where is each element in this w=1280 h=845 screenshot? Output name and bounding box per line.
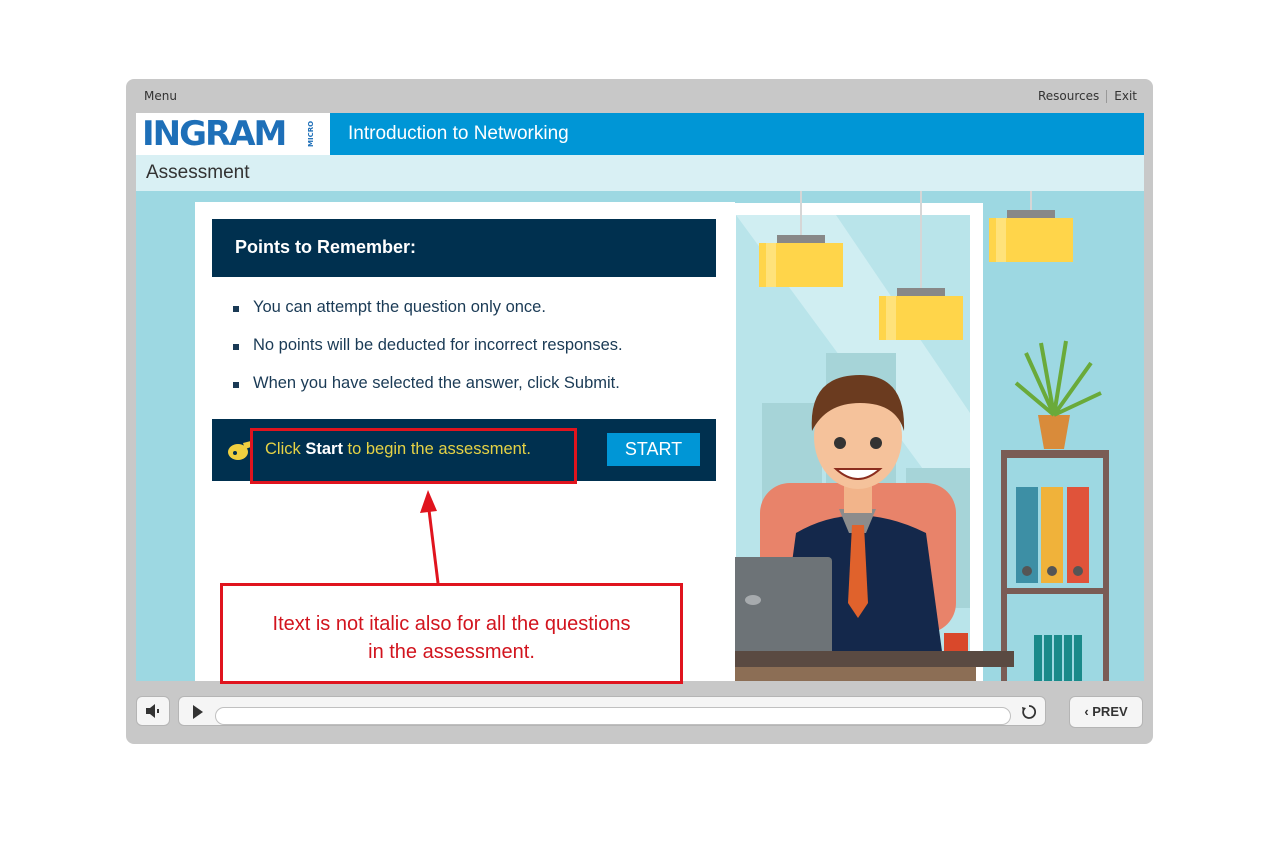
- course-header: INGRAM MICRO Introduction to Networking: [136, 113, 1144, 155]
- list-item: No points will be deducted for incorrect…: [231, 336, 623, 374]
- points-title: Points to Remember:: [235, 237, 417, 257]
- points-header: Points to Remember:: [212, 219, 716, 277]
- annotation-callout: Itext is not italic also for all the que…: [220, 583, 683, 684]
- player-top-bar: Menu Resources Exit: [126, 79, 1153, 113]
- speaker-icon: [146, 704, 159, 718]
- progress-track[interactable]: [215, 707, 1011, 725]
- link-divider: [1106, 89, 1108, 103]
- play-icon[interactable]: [192, 705, 204, 719]
- resources-link[interactable]: Resources: [1038, 89, 1099, 103]
- volume-button[interactable]: [136, 696, 170, 726]
- page-title-bar: Assessment: [136, 155, 1144, 191]
- logo-micro-text: MICRO: [307, 120, 315, 148]
- points-list: You can attempt the question only once. …: [231, 298, 623, 412]
- start-button[interactable]: START: [607, 433, 700, 466]
- prev-label: PREV: [1092, 704, 1128, 719]
- ingram-micro-logo: INGRAM MICRO: [136, 113, 330, 155]
- menu-link[interactable]: Menu: [144, 89, 177, 103]
- list-item: When you have selected the answer, click…: [231, 374, 623, 412]
- page-title: Assessment: [146, 162, 250, 183]
- player-controls: ‹ PREV: [126, 689, 1153, 734]
- annotation-highlight-box: [250, 428, 577, 484]
- course-title: Introduction to Networking: [348, 123, 569, 144]
- prev-button[interactable]: ‹ PREV: [1069, 696, 1143, 728]
- replay-icon[interactable]: [1021, 704, 1037, 720]
- exit-link[interactable]: Exit: [1114, 89, 1137, 103]
- top-right-links: Resources Exit: [1038, 89, 1137, 103]
- playback-bar: [178, 696, 1046, 726]
- logo-wordmark: INGRAM: [142, 114, 287, 154]
- annotation-text: Itext is not italic also for all the que…: [272, 613, 631, 663]
- list-item: You can attempt the question only once.: [231, 298, 623, 336]
